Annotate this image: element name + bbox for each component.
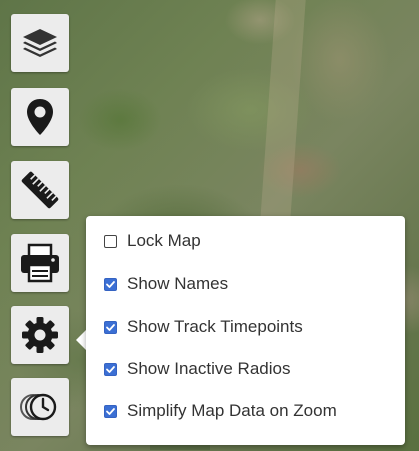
simplify-map-data-checkbox[interactable] — [104, 404, 117, 418]
show-inactive-radios-option[interactable]: Show Inactive Radios — [104, 359, 290, 379]
layers-button[interactable] — [11, 14, 69, 72]
lock-map-checkbox[interactable] — [104, 234, 117, 248]
popup-arrow — [76, 330, 86, 350]
show-names-option[interactable]: Show Names — [104, 274, 228, 294]
location-button[interactable] — [11, 88, 69, 146]
settings-popup: Lock Map Show Names Show Track Timepoint… — [86, 216, 405, 445]
checkmark-icon — [106, 407, 115, 415]
ruler-icon — [18, 168, 62, 212]
map-terrain-patch — [260, 0, 306, 220]
lock-map-option[interactable]: Lock Map — [104, 231, 201, 251]
simplify-map-data-option[interactable]: Simplify Map Data on Zoom — [104, 401, 337, 421]
show-names-label: Show Names — [127, 274, 229, 293]
show-inactive-radios-label: Show Inactive Radios — [127, 359, 291, 378]
checkmark-icon — [106, 280, 115, 288]
history-clock-icon — [19, 389, 61, 425]
measure-button[interactable] — [11, 161, 69, 219]
lock-map-label: Lock Map — [127, 231, 201, 250]
print-button[interactable] — [11, 234, 69, 292]
show-names-checkbox[interactable] — [104, 277, 117, 291]
printer-icon — [19, 243, 61, 283]
simplify-map-data-label: Simplify Map Data on Zoom — [127, 401, 337, 420]
gear-icon — [20, 315, 60, 355]
show-inactive-radios-checkbox[interactable] — [104, 362, 117, 376]
checkmark-icon — [106, 365, 115, 373]
layers-icon — [20, 26, 60, 60]
map-pin-icon — [25, 97, 55, 137]
show-track-timepoints-checkbox[interactable] — [104, 320, 117, 334]
settings-button[interactable] — [11, 306, 69, 364]
history-button[interactable] — [11, 378, 69, 436]
show-track-timepoints-label: Show Track Timepoints — [127, 317, 303, 336]
show-track-timepoints-option[interactable]: Show Track Timepoints — [104, 317, 303, 337]
checkmark-icon — [106, 323, 115, 331]
